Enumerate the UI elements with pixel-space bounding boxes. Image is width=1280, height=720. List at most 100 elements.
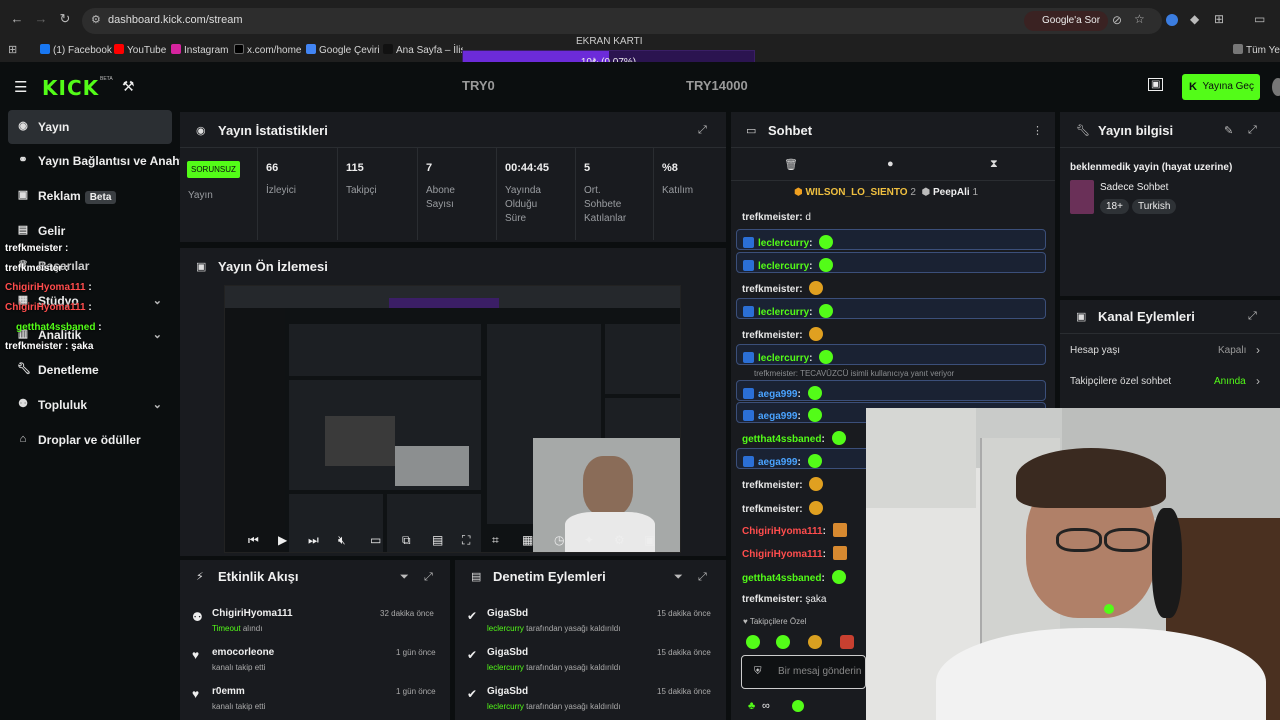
chat-username[interactable]: aega999:	[743, 454, 822, 468]
trash-icon[interactable]: 🗑︎	[784, 158, 798, 171]
chat-username[interactable]: trefkmeister: d	[742, 212, 811, 223]
bookmark-instagram[interactable]: Instagram	[171, 44, 228, 56]
layout-icon[interactable]: ▤	[432, 533, 443, 547]
chat-message: leclercurry:	[736, 344, 1046, 365]
chat-username[interactable]: aega999:	[743, 408, 822, 422]
chat-input[interactable]: ⛨ Bir mesaj gönderin	[741, 655, 866, 689]
expand-icon[interactable]: ⤢	[424, 571, 433, 584]
chat-username[interactable]: trefkmeister: şaka	[742, 594, 827, 605]
edit-icon[interactable]: ✎	[1224, 124, 1233, 137]
back-icon[interactable]: ←	[10, 12, 24, 26]
message-icon[interactable]: ●	[887, 158, 894, 170]
chat-username[interactable]: leclercurry:	[743, 304, 834, 318]
expand-icon[interactable]: ⤢	[1248, 310, 1257, 323]
status-badge: SORUNSUZ	[187, 161, 240, 178]
chat-username[interactable]: getthat4ssbaned:	[742, 570, 846, 584]
settings-icon[interactable]: ⚙	[614, 533, 625, 547]
bookmark-x[interactable]: x.com/home	[234, 44, 301, 56]
chat-username[interactable]: leclercurry:	[743, 350, 834, 364]
chat-icon: ▭	[746, 125, 757, 137]
sidebar-item-stream[interactable]: ◉ Yayın	[8, 110, 172, 144]
stats-icon: ◉	[196, 125, 206, 137]
bookmark-translate[interactable]: Google Çeviri	[306, 44, 380, 56]
stream-preview-video[interactable]	[224, 285, 681, 553]
google-ask-button[interactable]: Google'a Sor	[1024, 11, 1108, 31]
sidebar-item-moderation[interactable]: 🔧︎ Denetleme	[8, 353, 172, 387]
sidebar-item-stream-key[interactable]: ⚭ Yayın Bağlantısı ve Anahtar	[8, 144, 184, 178]
cast-icon[interactable]: ▦	[522, 533, 533, 547]
chat-username[interactable]: trefkmeister:	[742, 327, 824, 341]
skip-forward-icon[interactable]: ⏭	[308, 533, 319, 548]
chevron-down-icon: ⌄	[152, 399, 162, 411]
badge-icon	[743, 410, 754, 421]
emote-button[interactable]	[746, 635, 760, 649]
skip-back-icon[interactable]: ⏮	[248, 533, 259, 548]
sidebar-item-community[interactable]: ⚉ Topluluk ⌄	[8, 388, 172, 422]
clip-icon[interactable]: ⌗	[492, 533, 499, 548]
chat-username[interactable]: trefkmeister:	[742, 477, 824, 491]
menu-icon[interactable]: ☰	[14, 78, 27, 96]
sidebar-item-drops[interactable]: ⌂ Droplar ve ödüller	[8, 423, 172, 457]
play-icon[interactable]: ▶	[278, 533, 287, 547]
kick-points-icon[interactable]: ♣	[748, 700, 755, 712]
stat-subscribers: 7 Abone Sayısı	[417, 148, 493, 240]
more-icon[interactable]: ⋮	[1032, 124, 1043, 137]
sparkle-icon[interactable]: ✦	[584, 533, 594, 547]
mod-icon[interactable]: ▣	[1148, 78, 1164, 91]
chat-username[interactable]: ChigiriHyoma111:	[742, 523, 847, 537]
extension-icon[interactable]: ◆	[1190, 12, 1199, 26]
channel-action-row[interactable]: Takipçilere özel sohbet Anında ›	[1060, 369, 1280, 395]
channel-action-row[interactable]: Hesap yaşı Kapalı ›	[1060, 338, 1280, 364]
facebook-icon	[40, 44, 50, 54]
bookmark-home[interactable]: Ana Sayfa – İlişkile...	[383, 44, 463, 56]
expand-icon[interactable]: ⤢	[698, 571, 707, 584]
hammer-icon[interactable]: ⚒	[122, 78, 135, 95]
kick-logo[interactable]: KICK	[42, 76, 99, 100]
chat-username[interactable]: leclercurry:	[743, 235, 834, 249]
crop-icon[interactable]: ⧉	[402, 533, 411, 548]
kick-badge-icon[interactable]	[792, 700, 804, 712]
stat-followers: 115 Takipçi	[337, 148, 417, 240]
bookmark-youtube[interactable]: YouTube	[114, 44, 166, 56]
all-bookmarks[interactable]: Tüm Yer	[1233, 44, 1280, 56]
emote-button[interactable]	[808, 635, 822, 649]
sidebar-item-ads[interactable]: ▣ Reklam Beta	[8, 179, 172, 213]
hourglass-icon[interactable]: ⧗	[990, 158, 998, 171]
expand-icon[interactable]: ⤢	[1248, 124, 1257, 137]
chat-message: leclercurry:	[736, 229, 1046, 250]
reload-icon[interactable]: ↻	[58, 12, 72, 26]
page-icon	[383, 44, 393, 54]
panel-title: Yayın Ön İzlemesi	[218, 259, 328, 274]
avatar[interactable]	[1272, 78, 1280, 96]
chat-username[interactable]: trefkmeister:	[742, 501, 824, 515]
overlay-chat-line: trefkmeister :	[5, 243, 69, 254]
eye-off-icon[interactable]: ⊘	[1112, 13, 1122, 27]
camera-icon[interactable]: ▭	[370, 533, 381, 547]
chat-username[interactable]: getthat4ssbaned:	[742, 431, 846, 445]
filter-icon[interactable]: ⏷	[400, 571, 409, 584]
chat-username[interactable]: aega999:	[743, 386, 822, 400]
go-live-button[interactable]: K Yayına Geç	[1182, 74, 1260, 100]
sidepanel-icon[interactable]: ▭	[1254, 12, 1265, 26]
apps-icon[interactable]: ⊞	[8, 43, 17, 56]
bookmark-facebook[interactable]: (1) Facebook	[40, 44, 112, 56]
emote-button[interactable]	[776, 635, 790, 649]
extension-icon[interactable]	[1166, 14, 1178, 26]
mute-icon[interactable]: 🔇︎	[338, 533, 346, 548]
puzzle-icon[interactable]: ⊞	[1214, 12, 1224, 26]
chat-username[interactable]: trefkmeister:	[742, 281, 824, 295]
timer-icon[interactable]: ◷	[554, 533, 564, 547]
reply-note: trefkmeister: TECAVÜZCÜ isimli kullanıcı…	[754, 369, 955, 378]
expand-icon[interactable]: ⤢	[698, 124, 707, 137]
emote-icon	[819, 350, 834, 364]
forward-icon[interactable]: →	[34, 12, 48, 26]
star-icon[interactable]: ☆	[1134, 12, 1145, 26]
theater-icon[interactable]: ▣	[644, 533, 655, 547]
address-bar[interactable]: ⚙ dashboard.kick.com/stream Google'a Sor…	[82, 8, 1162, 34]
site-info-icon[interactable]: ⚙	[91, 13, 101, 26]
chat-username[interactable]: leclercurry:	[743, 258, 834, 272]
fullscreen-icon[interactable]: ⛶	[462, 533, 470, 548]
emote-button[interactable]	[840, 635, 854, 649]
filter-icon[interactable]: ⏷	[674, 571, 683, 584]
chat-username[interactable]: ChigiriHyoma111:	[742, 546, 847, 560]
